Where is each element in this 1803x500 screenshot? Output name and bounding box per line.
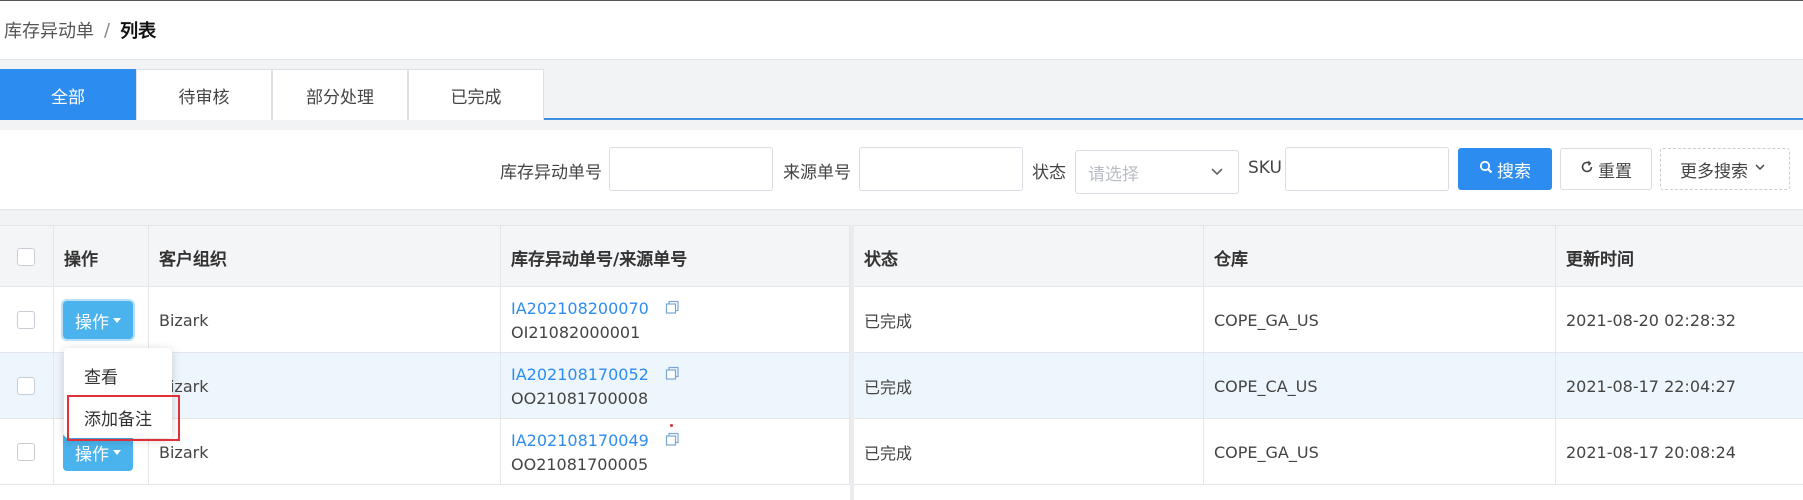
reset-button-label: 重置 [1598, 161, 1632, 182]
header-select-all [0, 226, 54, 288]
select-all-checkbox[interactable] [17, 248, 35, 266]
source-no-text: OI21082000001 [511, 322, 641, 342]
warehouse-cell: COPE_GA_US [1204, 419, 1556, 485]
status-label: 状态 [1032, 163, 1066, 183]
copy-icon[interactable] [665, 300, 680, 319]
reset-button[interactable]: 重置 [1560, 148, 1652, 190]
chevron-down-icon [1210, 162, 1224, 185]
page: 库存异动单 / 列表 全部 待审核 部分处理 已完成 库存异动单号 来源单号 状… [0, 0, 1803, 500]
sku-input[interactable] [1285, 147, 1449, 191]
operation-dropdown-button[interactable]: 操作 [63, 301, 133, 339]
header-warehouse: 仓库 [1204, 226, 1556, 288]
updated-at-cell: 2021-08-17 20:08:24 [1566, 442, 1736, 462]
header-customer-org: 客户组织 [149, 226, 501, 288]
menu-item-view[interactable]: 查看 [64, 355, 172, 395]
copy-icon[interactable] [665, 366, 680, 385]
row-select-cell [0, 287, 54, 353]
chevron-down-icon [1754, 159, 1770, 179]
warehouse-cell: COPE_GA_US [1204, 287, 1556, 353]
refresh-icon [1580, 159, 1598, 179]
customer-cell: Bizark [149, 353, 501, 419]
tab-completed[interactable]: 已完成 [408, 69, 544, 120]
table-row: 操作 Bizark IA202108170049 OO21081700005 已… [0, 419, 1803, 485]
tab-pending-review[interactable]: 待审核 [136, 69, 272, 120]
source-no-label: 来源单号 [783, 163, 851, 183]
movement-no-label: 库存异动单号 [500, 163, 602, 183]
header-status: 状态 [854, 226, 1204, 288]
movement-no-link[interactable]: IA202108170049 [511, 431, 649, 450]
movement-no-link[interactable]: IA202108170052 [511, 365, 649, 384]
customer-cell: Bizark [149, 287, 501, 353]
row-checkbox[interactable] [17, 377, 35, 395]
header-updated-at: 更新时间 [1566, 249, 1634, 270]
tab-partially-processed[interactable]: 部分处理 [272, 69, 408, 120]
more-search-button-label: 更多搜索 [1680, 161, 1748, 182]
row-checkbox[interactable] [17, 443, 35, 461]
row-select-cell [0, 353, 54, 419]
caret-down-icon [113, 317, 121, 323]
row-select-cell [0, 419, 54, 485]
status-cell: 已完成 [854, 287, 1204, 353]
row-checkbox[interactable] [17, 311, 35, 329]
numbers-cell: IA202108200070 OI21082000001 [501, 287, 850, 353]
search-bar: 库存异动单号 来源单号 状态 请选择 SKU 搜索 重置 更多搜索 [0, 130, 1803, 210]
operation-cell: 操作 [54, 287, 149, 353]
operation-button-label: 操作 [75, 444, 109, 465]
status-cell: 已完成 [854, 353, 1204, 419]
header-operation: 操作 [54, 226, 149, 288]
breadcrumb-separator: / [104, 19, 111, 41]
status-select[interactable]: 请选择 [1075, 150, 1239, 194]
movement-no-input[interactable] [609, 147, 773, 191]
data-table: 操作 客户组织 库存异动单号/来源单号 状态 仓库 更新时间 操作 Bizark… [0, 225, 1803, 500]
more-search-button[interactable]: 更多搜索 [1660, 148, 1790, 190]
status-tabs: 全部 待审核 部分处理 已完成 [0, 60, 1803, 120]
updated-at-cell: 2021-08-17 22:04:27 [1566, 376, 1736, 396]
operation-button-label: 操作 [75, 312, 109, 333]
warehouse-cell: COPE_CA_US [1204, 353, 1556, 419]
sku-label: SKU [1248, 158, 1282, 178]
annotation-dot [670, 424, 673, 427]
status-select-placeholder: 请选择 [1088, 164, 1139, 185]
copy-icon[interactable] [665, 432, 680, 451]
numbers-cell: IA202108170052 OO21081700008 [501, 353, 850, 419]
updated-at-cell: 2021-08-20 02:28:32 [1566, 310, 1736, 330]
header-numbers: 库存异动单号/来源单号 [501, 226, 850, 288]
breadcrumb-current: 列表 [120, 21, 157, 42]
search-button[interactable]: 搜索 [1458, 148, 1552, 190]
caret-down-icon [113, 449, 121, 455]
table-header: 操作 客户组织 库存异动单号/来源单号 状态 仓库 更新时间 [0, 225, 1803, 288]
table-row: 操作 Bizark IA202108200070 OI21082000001 已… [0, 287, 1803, 353]
source-no-input[interactable] [859, 147, 1023, 191]
numbers-cell: IA202108170049 OO21081700005 [501, 419, 850, 485]
tab-all[interactable]: 全部 [0, 69, 136, 120]
movement-no-link[interactable]: IA202108200070 [511, 299, 649, 318]
search-button-label: 搜索 [1497, 161, 1531, 182]
breadcrumb: 库存异动单 / 列表 [0, 0, 1803, 60]
breadcrumb-parent[interactable]: 库存异动单 [4, 17, 94, 43]
search-icon [1479, 159, 1497, 179]
fixed-column-divider[interactable] [850, 225, 854, 500]
annotation-highlight-box [67, 395, 180, 441]
source-no-text: OO21081700005 [511, 454, 649, 474]
customer-cell: Bizark [149, 419, 501, 485]
table-row: Bizark IA202108170052 OO21081700008 已完成 … [0, 353, 1803, 419]
status-cell: 已完成 [854, 419, 1204, 485]
source-no-text: OO21081700008 [511, 388, 649, 408]
